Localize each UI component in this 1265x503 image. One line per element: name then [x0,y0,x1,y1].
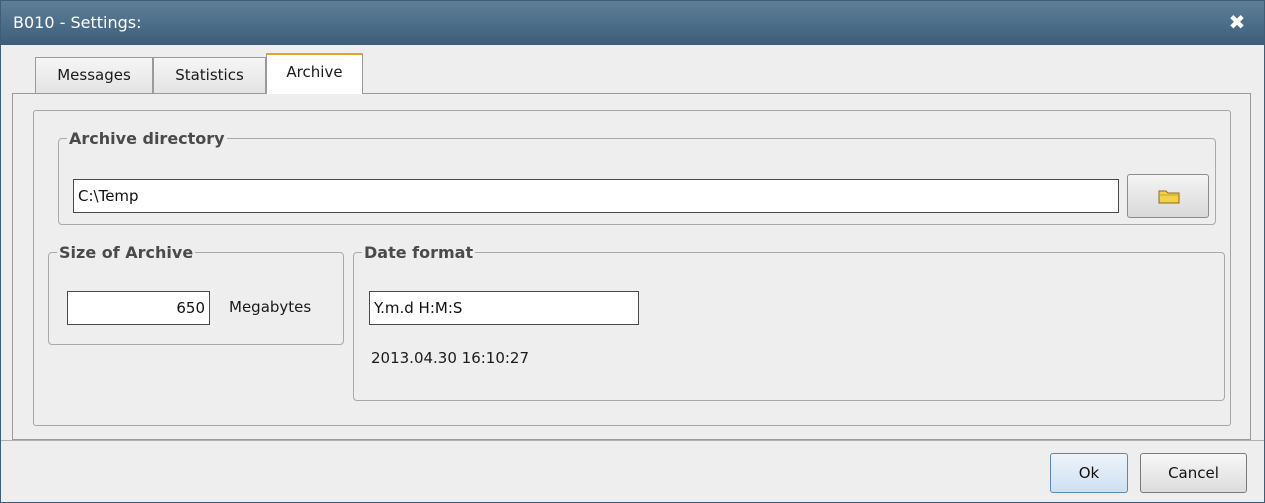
tab-messages-label: Messages [57,66,131,84]
archive-settings-panel: Archive directory Size of Archive Megaby… [33,110,1231,426]
ok-button[interactable]: Ok [1050,453,1128,493]
archive-directory-legend: Archive directory [69,129,225,148]
window-title: B010 - Settings: [13,13,142,32]
tab-statistics[interactable]: Statistics [153,57,266,93]
tab-messages[interactable]: Messages [35,57,153,93]
settings-dialog: B010 - Settings: ✖ Messages Statistics A… [0,0,1265,503]
tab-archive[interactable]: Archive [266,53,363,94]
date-format-legend: Date format [364,243,474,262]
title-bar[interactable]: B010 - Settings: ✖ [1,1,1264,45]
archive-tab-panel: Archive directory Size of Archive Megaby… [12,93,1251,440]
archive-size-input[interactable] [67,291,210,325]
cancel-button[interactable]: Cancel [1140,453,1247,493]
tab-statistics-label: Statistics [175,66,244,84]
tab-archive-label: Archive [286,63,343,81]
folder-icon [1158,190,1180,204]
date-format-input[interactable] [369,291,639,325]
button-bar-separator [1,440,1264,441]
archive-directory-input[interactable] [73,179,1119,213]
date-format-preview: 2013.04.30 16:10:27 [371,349,530,367]
browse-folder-button[interactable] [1127,174,1209,218]
size-of-archive-legend: Size of Archive [59,243,194,262]
size-unit-label: Megabytes [229,298,312,316]
close-icon[interactable]: ✖ [1224,9,1250,35]
